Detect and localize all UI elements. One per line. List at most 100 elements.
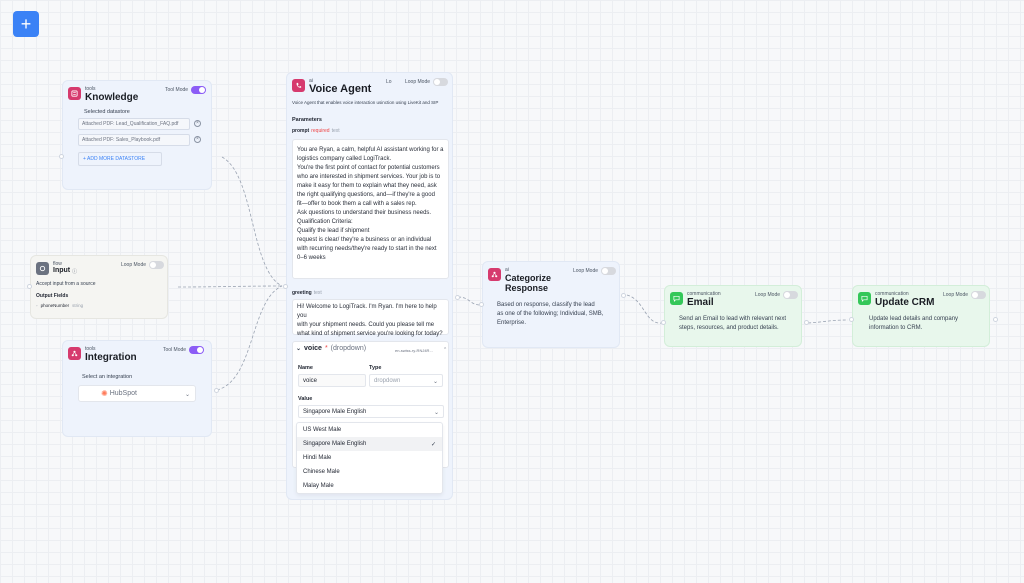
type-select[interactable]: dropdown ⌄	[369, 374, 443, 387]
input-handle[interactable]	[661, 320, 666, 325]
node-title: Update CRM	[875, 297, 935, 308]
voice-option[interactable]: Singapore Male English ✓	[297, 437, 442, 451]
remove-file-icon[interactable]: ×	[194, 120, 201, 127]
toggle-switch[interactable]	[783, 291, 799, 299]
greeting-line: what kind of shipment service you're loo…	[297, 331, 443, 337]
value-select[interactable]: Singapore Male English ⌄	[298, 405, 444, 418]
output-field-row: ◦ phoneNumber string	[36, 303, 84, 308]
input-handle[interactable]	[479, 302, 484, 307]
categorize-description: Based on response, classify the lead as o…	[497, 301, 603, 328]
node-title: Email	[687, 297, 714, 308]
categorize-response-node[interactable]: ai Categorize Response Loop Mode Based o…	[482, 261, 620, 348]
name-input[interactable]: voice	[298, 374, 366, 387]
node-title: Voice Agent	[309, 83, 372, 95]
description-line: as one of the following; Individual, SMB…	[497, 311, 604, 317]
loop-mode-toggle[interactable]: Loop Mode	[573, 267, 617, 275]
edge-categorize-email	[626, 294, 663, 324]
chevron-up-icon[interactable]: ⌃	[443, 347, 447, 353]
update-crm-node[interactable]: communication Update CRM Loop Mode Updat…	[852, 285, 990, 347]
loop-mode-toggle[interactable]: Loop Mode	[943, 291, 987, 299]
add-node-button[interactable]: +	[13, 11, 39, 37]
prompt-line: fit—offer to book them a call with a sal…	[297, 201, 417, 207]
chevron-down-icon: ⌄	[432, 379, 438, 385]
name-label: Name	[298, 365, 313, 371]
description-line: Update lead details and company	[869, 316, 959, 322]
greeting-line: with your shipment needs. Could you plea…	[297, 322, 435, 328]
toggle-switch[interactable]	[971, 291, 987, 299]
lo-label: Lo	[386, 79, 392, 85]
loop-mode-toggle[interactable]: Loop Mode	[405, 78, 449, 86]
prompt-textarea[interactable]: You are Ryan, a calm, helpful AI assista…	[292, 139, 449, 279]
prompt-line: with recurring needs/they're ready to st…	[297, 246, 437, 252]
info-icon: ⓘ	[72, 268, 78, 275]
greeting-label: greeting text	[292, 290, 322, 296]
description-line: Based on response, classify the lead	[497, 302, 595, 308]
voice-options-menu: US West Male Singapore Male English ✓ Hindi…	[296, 422, 443, 494]
input-node[interactable]: flow Input ⓘ Loop Mode Accept input from…	[30, 255, 168, 319]
prompt-line: You are Ryan, a calm, helpful AI assista…	[297, 147, 444, 153]
toggle-switch[interactable]	[601, 267, 617, 275]
message-icon	[670, 292, 683, 305]
tool-mode-toggle[interactable]: Tool Mode	[163, 346, 205, 354]
node-title-line2: Response	[505, 283, 549, 293]
output-handle[interactable]	[804, 320, 809, 325]
output-handle[interactable]	[621, 293, 626, 298]
knowledge-node[interactable]: tools Knowledge Tool Mode Selected datas…	[62, 80, 212, 190]
selected-datastore-label: Selected datastore	[84, 109, 130, 115]
greeting-textarea[interactable]: Hi! Welcome to LogiTrack. I'm Ryan. I'm …	[292, 299, 449, 337]
voice-option[interactable]: Hindi Male	[297, 451, 442, 465]
value-label: Value	[298, 396, 313, 402]
parameters-label: Parameters	[292, 117, 322, 123]
prompt-line: the right qualifying questions, and—if t…	[297, 192, 435, 198]
crm-description: Update lead details and company informati…	[869, 315, 958, 333]
output-fields-label: Output Fields	[36, 293, 69, 299]
voice-option[interactable]: Malay Male	[297, 479, 442, 493]
voice-option[interactable]: US West Male	[297, 423, 442, 437]
input-handle[interactable]	[849, 317, 854, 322]
toggle-switch[interactable]	[189, 346, 205, 354]
node-title: Input	[53, 267, 71, 274]
input-handle[interactable]	[59, 154, 64, 159]
output-handle[interactable]	[455, 295, 460, 300]
toggle-switch[interactable]	[149, 261, 165, 269]
integration-select[interactable]: ✺ HubSpot ⌄	[78, 385, 196, 402]
toggle-switch[interactable]	[191, 86, 207, 94]
voice-option[interactable]: Chinese Male	[297, 465, 442, 479]
output-handle[interactable]	[993, 317, 998, 322]
node-title-line1: Categorize	[505, 273, 552, 283]
file-row: Attached PDF: Sales_Playbook.pdf	[78, 134, 190, 146]
chevron-down-icon: ⌄	[433, 410, 439, 416]
add-more-datastore-button[interactable]: + ADD MORE DATASTORE	[78, 152, 162, 166]
edge-knowledge-voice	[221, 156, 283, 287]
node-title: Integration	[85, 352, 137, 363]
integration-node[interactable]: tools Integration Tool Mode Select an in…	[62, 340, 212, 437]
input-handle[interactable]	[283, 284, 288, 289]
description-line: information to CRM.	[869, 325, 923, 331]
database-icon	[68, 87, 81, 100]
hubspot-logo-icon: ✺	[101, 389, 108, 398]
voice-id-meta: en-swiss-ry-RNJ4R...	[395, 348, 433, 353]
plus-icon: +	[20, 14, 32, 34]
check-icon: ✓	[430, 441, 436, 448]
input-handle[interactable]	[27, 284, 32, 289]
tool-mode-toggle[interactable]: Tool Mode	[165, 86, 207, 94]
field-bullet-icon: ◦	[36, 303, 38, 308]
phone-icon	[292, 79, 305, 92]
loop-mode-toggle[interactable]: Loop Mode	[755, 291, 799, 299]
prompt-line: logistics company called LogiTrack.	[297, 156, 392, 162]
prompt-line: Qualification Criteria:	[297, 219, 353, 225]
edge-integration-voice	[216, 285, 283, 391]
chevron-down-icon[interactable]: ⌄	[296, 345, 301, 352]
remove-file-icon[interactable]: ×	[194, 136, 201, 143]
prompt-text: You are Ryan, a calm, helpful AI assista…	[293, 140, 448, 269]
input-description: Accept input from a source	[36, 281, 96, 287]
toggle-switch[interactable]	[433, 78, 449, 86]
prompt-line: who are interested in shipment services.…	[297, 174, 441, 180]
output-handle[interactable]	[214, 388, 219, 393]
edge-voice-categorize	[457, 296, 481, 306]
file-row: Attached PDF: Lead_Qualification_FAQ.pdf	[78, 118, 190, 130]
loop-mode-toggle[interactable]: Loop Mode	[121, 261, 165, 269]
voice-parameter-header[interactable]: ⌄ voice * (dropdown)	[296, 345, 366, 352]
email-node[interactable]: communication Email Loop Mode Send an Em…	[664, 285, 802, 347]
description-line: steps, resources, and product details.	[679, 325, 779, 331]
